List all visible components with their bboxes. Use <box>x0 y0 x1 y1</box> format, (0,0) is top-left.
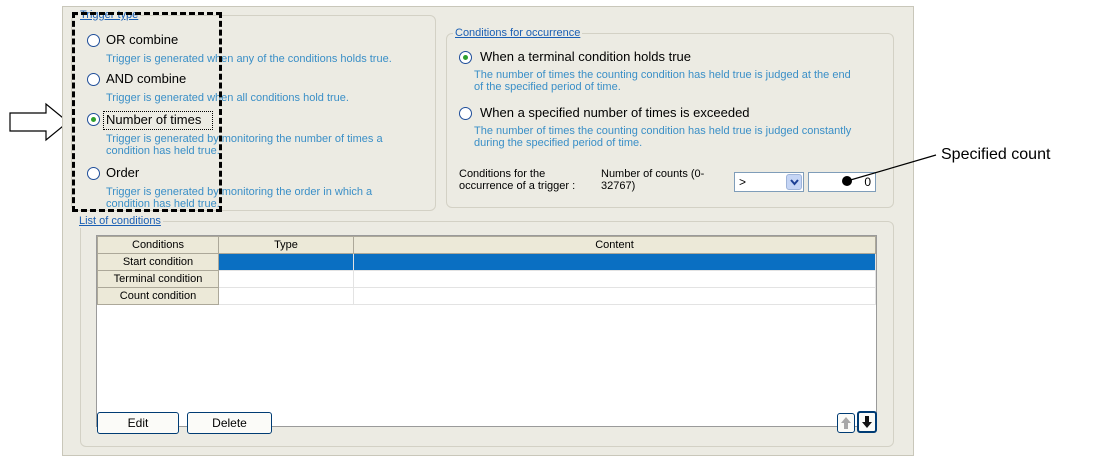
highlight-dashed-box <box>72 12 222 212</box>
start-content-cell[interactable] <box>353 253 876 271</box>
operator-value: > <box>739 175 747 189</box>
move-up-button[interactable] <box>837 413 855 433</box>
occurrence-legend: Conditions for occurrence <box>453 26 583 40</box>
terminal-condition-label[interactable]: When a terminal condition holds true <box>480 49 691 65</box>
exceeded-count-label[interactable]: When a specified number of times is exce… <box>480 105 750 121</box>
trigger-occurrence-label: Conditions for the occurrence of a trigg… <box>459 168 576 192</box>
table-row-count[interactable]: Count condition <box>97 287 876 305</box>
delete-button[interactable]: Delete <box>187 412 272 434</box>
terminal-type-cell[interactable] <box>218 270 354 288</box>
count-content-cell[interactable] <box>353 287 876 305</box>
table-row-terminal[interactable]: Terminal condition <box>97 270 876 288</box>
callout-line <box>842 154 937 186</box>
operator-select[interactable]: > <box>734 172 804 192</box>
specified-count-annotation: Specified count <box>941 146 1051 163</box>
edit-button[interactable]: Edit <box>97 412 179 434</box>
move-down-button[interactable] <box>857 411 877 433</box>
table-row-start[interactable]: Start condition <box>97 253 876 271</box>
row-label-terminal[interactable]: Terminal condition <box>97 270 219 288</box>
radio-exceeded-count[interactable] <box>459 107 472 120</box>
arrow-down-icon <box>862 416 872 428</box>
chevron-down-icon[interactable] <box>786 174 802 190</box>
arrow-up-icon <box>841 417 851 429</box>
conditions-legend: List of conditions <box>77 214 163 228</box>
exceeded-count-description: The number of times the counting conditi… <box>474 125 852 149</box>
column-header-type[interactable]: Type <box>218 236 354 254</box>
row-label-count[interactable]: Count condition <box>97 287 219 305</box>
count-type-cell[interactable] <box>218 287 354 305</box>
row-label-start[interactable]: Start condition <box>97 253 219 271</box>
start-type-cell[interactable] <box>218 253 354 271</box>
table-header-row: Conditions Type Content <box>97 236 876 254</box>
terminal-content-cell[interactable] <box>353 270 876 288</box>
column-header-content[interactable]: Content <box>353 236 876 254</box>
radio-terminal-condition[interactable] <box>459 51 472 64</box>
number-of-counts-label: Number of counts (0-32767) <box>601 168 705 192</box>
column-header-conditions[interactable]: Conditions <box>97 236 219 254</box>
conditions-table: Conditions Type Content Start condition … <box>97 236 876 305</box>
terminal-condition-description: The number of times the counting conditi… <box>474 69 851 93</box>
